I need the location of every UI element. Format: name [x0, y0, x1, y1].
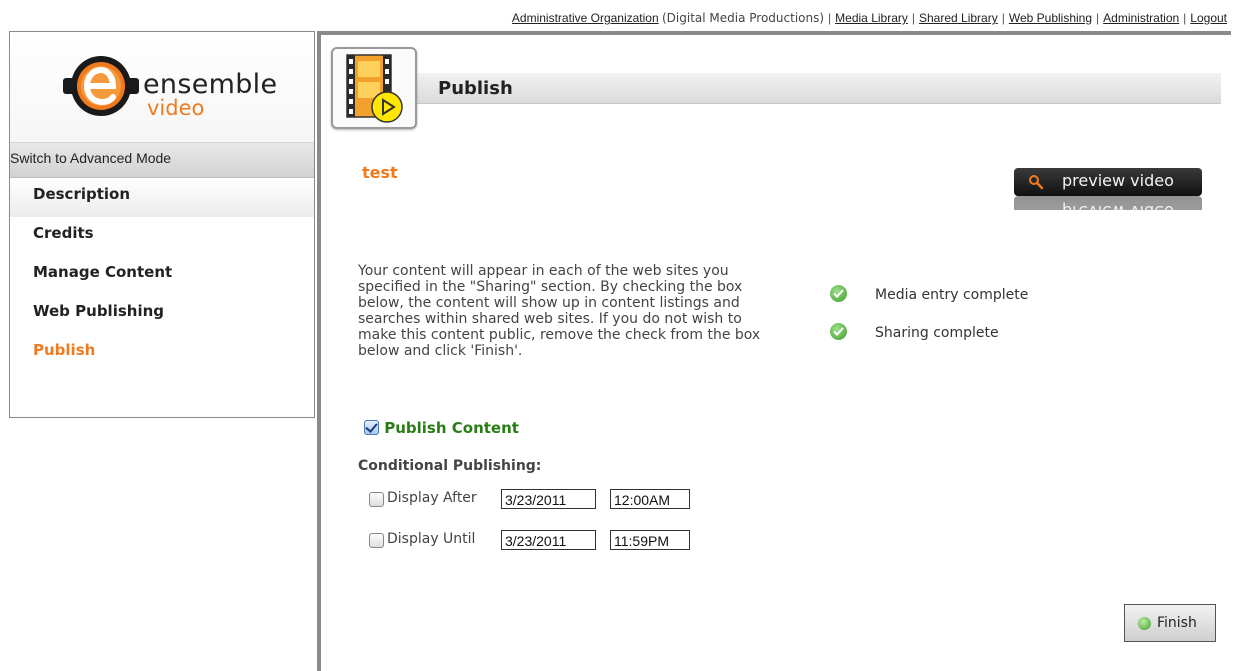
finish-button[interactable]: Finish [1124, 604, 1216, 642]
publish-content-checkbox[interactable] [364, 420, 379, 435]
display-after-date-field[interactable]: 3/23/2011 [501, 489, 596, 509]
display-after-time-field[interactable]: 12:00AM [610, 489, 690, 509]
finish-label: Finish [1157, 615, 1197, 631]
display-after-checkbox[interactable] [369, 492, 384, 507]
display-until-time-field[interactable]: 11:59PM [610, 530, 690, 550]
display-until-label: Display Until [387, 531, 476, 547]
green-dot-icon [1138, 617, 1151, 630]
main-panel: Publish test preview video preview video… [317, 31, 1231, 671]
nav-link-logout[interactable]: Logout [1190, 11, 1227, 25]
publish-content-label: Publish Content [384, 419, 519, 437]
conditional-publishing-title: Conditional Publishing: [358, 458, 542, 474]
org-link[interactable]: Administrative Organization [512, 11, 659, 25]
film-play-icon [346, 54, 403, 123]
sidebar-item-publish[interactable]: Publish [10, 334, 314, 373]
logo-word-video: video [147, 96, 205, 120]
magnify-icon [1029, 175, 1044, 190]
sidebar-item-manage-content[interactable]: Manage Content [10, 256, 314, 295]
preview-reflection-label: preview video [1062, 202, 1174, 210]
preview-video-button[interactable]: preview video [1014, 168, 1202, 196]
check-circle-icon [830, 285, 847, 302]
top-navigation: Administrative Organization (Digital Med… [320, 11, 1227, 25]
org-name: (Digital Media Productions) [662, 11, 825, 25]
nav-separator: | [911, 11, 915, 25]
nav-separator: | [828, 11, 832, 25]
publish-header-icon-box [331, 47, 417, 129]
nav-separator: | [1096, 11, 1100, 25]
nav-link-web-publishing[interactable]: Web Publishing [1009, 11, 1092, 25]
sidebar: ensemble video Switch to Advanced Mode D… [9, 31, 315, 418]
switch-mode-button[interactable]: Switch to Advanced Mode [10, 143, 314, 178]
publish-content-option: Publish Content [364, 419, 519, 437]
nav-separator: | [1183, 11, 1187, 25]
status-label: Media entry complete [875, 287, 1029, 303]
sidebar-item-web-publishing[interactable]: Web Publishing [10, 295, 314, 334]
publish-info-text: Your content will appear in each of the … [358, 263, 761, 359]
sidebar-nav: Description Credits Manage Content Web P… [10, 178, 314, 373]
preview-video-label: preview video [1062, 171, 1174, 190]
nav-separator: | [1001, 11, 1005, 25]
page-title: Publish [438, 78, 513, 99]
header-bar [417, 73, 1221, 104]
status-label: Sharing complete [875, 325, 999, 341]
logo[interactable]: ensemble video [10, 32, 314, 143]
display-until-checkbox[interactable] [369, 533, 384, 548]
media-title: test [362, 163, 398, 182]
nav-link-media-library[interactable]: Media Library [835, 11, 908, 25]
sidebar-item-description[interactable]: Description [10, 178, 314, 217]
sidebar-item-credits[interactable]: Credits [10, 217, 314, 256]
preview-button-reflection: preview video [1014, 196, 1202, 210]
nav-link-shared-library[interactable]: Shared Library [919, 11, 998, 25]
ensemble-logo-icon [63, 56, 139, 116]
display-until-date-field[interactable]: 3/23/2011 [501, 530, 596, 550]
nav-link-administration[interactable]: Administration [1103, 11, 1179, 25]
display-after-label: Display After [387, 490, 477, 506]
check-circle-icon [830, 323, 847, 340]
